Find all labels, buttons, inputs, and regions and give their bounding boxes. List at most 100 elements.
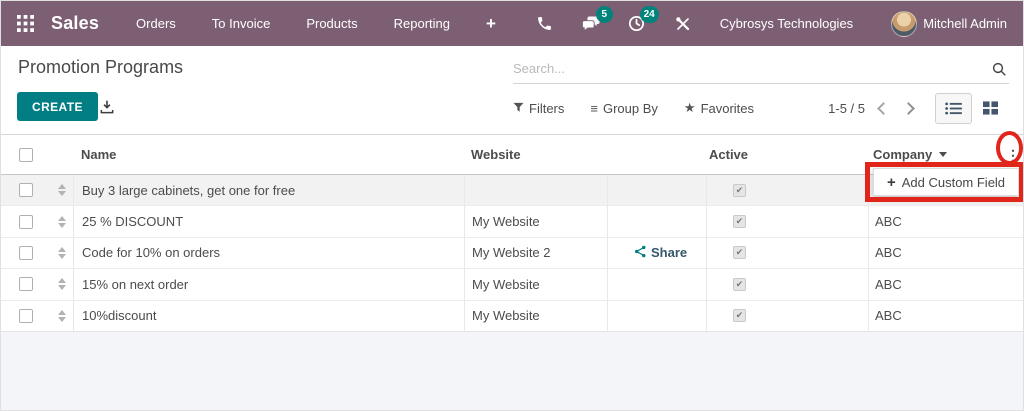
select-all-checkbox[interactable] (19, 147, 33, 162)
activities-count-badge: 24 (639, 5, 659, 23)
favorites-star-icon: ★ (683, 100, 696, 115)
phone-icon[interactable] (534, 13, 556, 35)
nav-item-products[interactable]: Products (306, 16, 357, 31)
table-row[interactable]: Buy 3 large cabinets, get one for free (1, 175, 1023, 207)
app-window: Sales Orders To Invoice Products Reporti… (0, 0, 1024, 411)
favorites-button[interactable]: ★ Favorites (684, 100, 754, 116)
control-panel: Promotion Programs CREATE Filters ≡ (1, 46, 1023, 134)
handle-header-cell (51, 135, 73, 174)
nav-item-to-invoice[interactable]: To Invoice (212, 16, 271, 31)
column-header-share (607, 135, 706, 174)
pager-next-icon[interactable] (902, 101, 915, 115)
cell-active (706, 175, 868, 206)
nav-plus-icon[interactable]: + (486, 14, 496, 34)
active-checkbox (733, 277, 746, 291)
search-input[interactable] (513, 61, 989, 76)
table-row[interactable]: 25 % DISCOUNT My Website ABC (1, 206, 1023, 238)
active-checkbox (733, 215, 746, 229)
row-checkbox[interactable] (19, 214, 33, 229)
row-checkbox[interactable] (19, 308, 33, 323)
pager-previous-icon[interactable] (877, 101, 890, 115)
navbar-left: Sales Orders To Invoice Products Reporti… (1, 13, 496, 34)
table-row[interactable]: 10%discount My Website ABC (1, 300, 1023, 332)
cell-name: 25 % DISCOUNT (73, 206, 464, 237)
cell-active (706, 300, 868, 331)
cell-company: ABC (868, 206, 1001, 237)
share-button[interactable]: Share (634, 245, 687, 261)
plus-icon: + (886, 173, 896, 191)
cell-share (607, 175, 706, 206)
list-controls: Filters ≡ Group By ★ Favorites 1-5 / 5 (513, 91, 1009, 125)
table-row[interactable]: 15% on next order My Website ABC (1, 269, 1023, 301)
search-options: Filters ≡ Group By ★ Favorites (513, 100, 780, 116)
cell-active (706, 269, 868, 300)
cell-name: Buy 3 large cabinets, get one for free (73, 175, 464, 206)
column-header-name[interactable]: Name (73, 135, 464, 174)
group-by-button[interactable]: ≡ Group By (590, 101, 658, 116)
drag-handle-icon[interactable] (51, 184, 73, 197)
filters-button[interactable]: Filters (513, 101, 564, 116)
add-custom-field-menu-item[interactable]: + Add Custom Field (873, 168, 1019, 196)
cell-active (706, 237, 868, 269)
kanban-view-button[interactable] (972, 93, 1009, 124)
list-view-button[interactable] (935, 92, 972, 124)
cell-share (607, 269, 706, 300)
column-header-website[interactable]: Website (464, 135, 607, 174)
app-brand-sales[interactable]: Sales (51, 13, 99, 34)
messages-count-badge: 5 (595, 5, 613, 23)
filter-funnel-icon (513, 101, 524, 116)
search-bar (513, 54, 1009, 84)
share-icon (634, 245, 647, 261)
export-download-icon[interactable] (97, 97, 117, 117)
tools-icon[interactable] (672, 13, 694, 35)
column-header-active[interactable]: Active (706, 135, 868, 174)
nav-item-reporting[interactable]: Reporting (394, 16, 450, 31)
active-checkbox (733, 246, 746, 260)
row-checkbox[interactable] (19, 183, 33, 198)
page-title: Promotion Programs (18, 57, 184, 77)
create-button[interactable]: CREATE (17, 92, 98, 121)
drag-handle-icon[interactable] (51, 215, 73, 228)
pager-value[interactable]: 1-5 / 5 (828, 101, 865, 116)
user-name: Mitchell Admin (923, 16, 1007, 31)
cell-share (607, 300, 706, 331)
cell-company: ABC (868, 300, 1001, 331)
cell-share: Share (607, 237, 706, 269)
promotion-programs-list: Name Website Active Company ⋮ Buy 3 larg… (1, 134, 1023, 332)
cell-name: 15% on next order (73, 269, 464, 300)
cell-share (607, 206, 706, 237)
column-options-icon[interactable]: ⋮ (1006, 148, 1020, 162)
drag-handle-icon[interactable] (51, 309, 73, 322)
group-by-icon: ≡ (590, 100, 598, 116)
cell-name: 10%discount (73, 300, 464, 331)
row-checkbox[interactable] (19, 245, 33, 260)
cell-website (464, 175, 607, 206)
active-checkbox (733, 183, 746, 197)
drag-handle-icon[interactable] (51, 246, 73, 259)
cell-company: ABC (868, 269, 1001, 300)
active-checkbox (733, 309, 746, 323)
pager-and-views: 1-5 / 5 (828, 92, 1009, 124)
messages-chat-icon[interactable]: 5 (580, 5, 613, 35)
sort-caret-icon (939, 152, 948, 157)
search-icon[interactable] (989, 59, 1009, 79)
navbar-right: 5 24 Cybrosys Technologies Mitchell Admi… (510, 5, 1023, 37)
table-row[interactable]: Code for 10% on orders My Website 2 Shar… (1, 237, 1023, 270)
cell-website: My Website (464, 300, 607, 331)
apps-grid-icon[interactable] (15, 14, 35, 34)
cell-company: ABC (868, 237, 1001, 269)
activities-clock-icon[interactable]: 24 (626, 5, 659, 35)
drag-handle-icon[interactable] (51, 278, 73, 291)
table-header-row: Name Website Active Company ⋮ (1, 135, 1023, 175)
row-checkbox[interactable] (19, 277, 33, 292)
company-switcher[interactable]: Cybrosys Technologies (720, 16, 853, 31)
view-switcher (935, 92, 1009, 124)
top-navbar: Sales Orders To Invoice Products Reporti… (1, 1, 1023, 46)
content-background (1, 331, 1023, 410)
cell-name: Code for 10% on orders (73, 237, 464, 269)
select-all-cell (1, 135, 51, 174)
cell-active (706, 206, 868, 237)
nav-item-orders[interactable]: Orders (136, 16, 176, 31)
cell-website: My Website (464, 206, 607, 237)
user-menu[interactable]: Mitchell Admin (891, 10, 1007, 37)
